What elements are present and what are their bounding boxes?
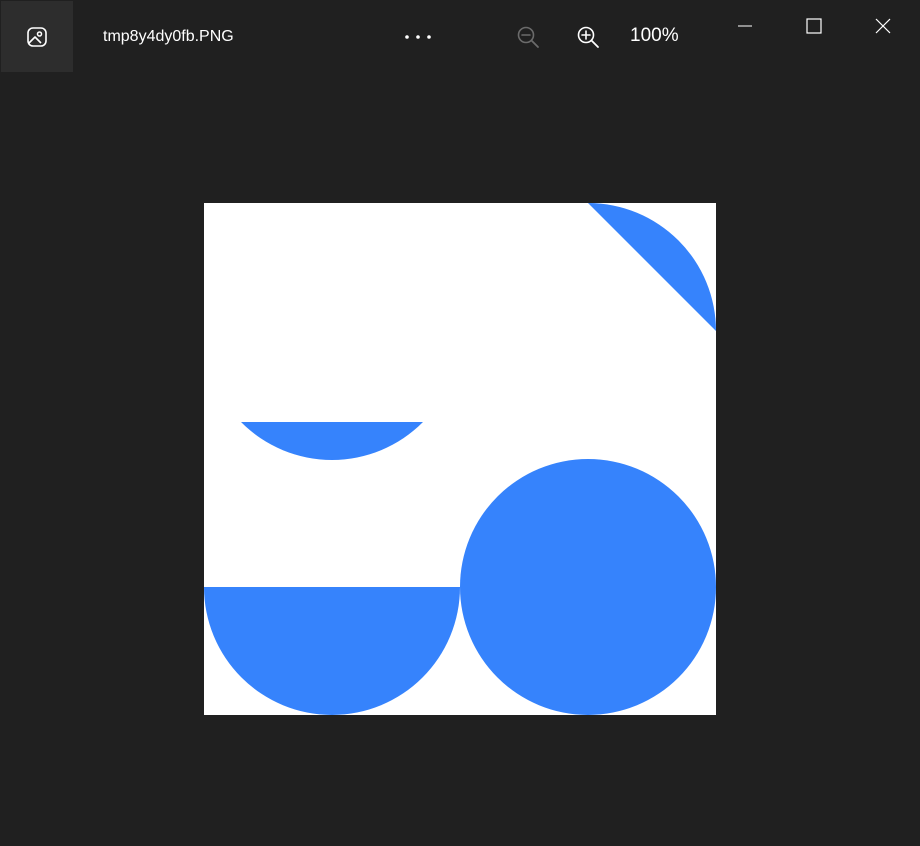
zoom-in-button[interactable] [570, 20, 606, 54]
zoom-out-button[interactable] [510, 20, 546, 54]
image-canvas [204, 203, 716, 715]
full-circle-shape [460, 459, 716, 715]
displayed-image [204, 203, 716, 715]
maximize-icon [806, 18, 822, 34]
zoom-out-icon [517, 26, 539, 48]
app-icon-button[interactable] [1, 1, 73, 72]
title-bar: tmp8y4dy0fb.PNG 100% [0, 0, 920, 72]
more-options-icon [405, 35, 431, 39]
zoom-level-label[interactable]: 100% [630, 25, 679, 47]
maximize-button[interactable] [791, 8, 837, 44]
photo-viewer-window: tmp8y4dy0fb.PNG 100% [0, 0, 920, 846]
window-title: tmp8y4dy0fb.PNG [103, 28, 234, 45]
minimize-icon [738, 25, 752, 27]
close-icon [875, 18, 891, 34]
zoom-in-icon [577, 26, 599, 48]
minimize-button[interactable] [722, 8, 768, 44]
photo-app-icon [27, 26, 47, 47]
close-button[interactable] [860, 8, 906, 44]
more-options-button[interactable] [398, 22, 438, 52]
